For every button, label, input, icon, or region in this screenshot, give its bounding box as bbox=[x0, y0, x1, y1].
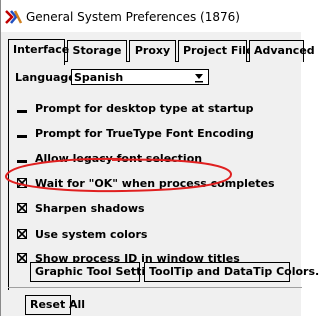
chevron-down-icon bbox=[195, 74, 203, 83]
option-label: Use system colors bbox=[35, 227, 148, 241]
language-select[interactable]: Spanish bbox=[71, 69, 209, 85]
check-mark-icon bbox=[17, 229, 27, 239]
check-mark-icon bbox=[17, 178, 27, 188]
check-mark-icon bbox=[17, 203, 27, 213]
tab-storage[interactable]: Storage bbox=[67, 40, 127, 62]
checkbox-checked[interactable] bbox=[17, 229, 27, 239]
checkbox-checked[interactable] bbox=[17, 178, 27, 188]
option-wait-ok[interactable]: Wait for "OK" when process completes bbox=[15, 176, 275, 190]
option-label: Prompt for desktop type at startup bbox=[35, 101, 254, 115]
app-icon bbox=[5, 10, 23, 24]
option-sharpen-shadows[interactable]: Sharpen shadows bbox=[15, 201, 145, 215]
preferences-window: General System Preferences (1876) Interf… bbox=[0, 0, 320, 316]
tab-project-file[interactable]: Project File bbox=[178, 40, 253, 62]
tab-advanced[interactable]: Advanced bbox=[249, 40, 315, 62]
tab-proxy[interactable]: Proxy bbox=[129, 40, 176, 62]
option-label: Sharpen shadows bbox=[35, 201, 145, 215]
checkbox-unchecked[interactable] bbox=[17, 128, 27, 138]
option-prompt-truetype[interactable]: Prompt for TrueType Font Encoding bbox=[15, 126, 254, 140]
divider bbox=[8, 287, 302, 288]
checkbox-unchecked[interactable] bbox=[17, 153, 27, 163]
tab-interface[interactable]: Interface bbox=[8, 39, 69, 65]
window-title: General System Preferences (1876) bbox=[26, 10, 240, 24]
option-legacy-font[interactable]: Allow legacy font selection bbox=[15, 151, 202, 165]
option-system-colors[interactable]: Use system colors bbox=[15, 227, 147, 241]
option-prompt-desktop[interactable]: Prompt for desktop type at startup bbox=[15, 101, 254, 115]
language-row: Language Spanish bbox=[15, 69, 215, 87]
option-label: Allow legacy font selection bbox=[35, 151, 203, 165]
checkbox-unchecked[interactable] bbox=[17, 103, 27, 113]
language-label: Language bbox=[15, 71, 76, 84]
checkbox-checked[interactable] bbox=[17, 253, 27, 263]
reset-all-button[interactable]: Reset All bbox=[25, 295, 85, 315]
check-mark-icon bbox=[17, 253, 27, 263]
option-label: Wait for "OK" when process completes bbox=[35, 176, 275, 190]
option-label: Prompt for TrueType Font Encoding bbox=[35, 126, 254, 140]
checkbox-checked[interactable] bbox=[17, 203, 27, 213]
tooltip-colors-button[interactable]: ToolTip and DataTip Colors... bbox=[144, 262, 320, 282]
title-bar[interactable]: General System Preferences (1876) bbox=[1, 0, 302, 32]
interface-panel: Language Spanish Prompt for desktop type… bbox=[8, 61, 303, 290]
language-select-value: Spanish bbox=[74, 71, 124, 84]
graphic-tool-settings-button[interactable]: Graphic Tool Settings... bbox=[30, 262, 180, 282]
